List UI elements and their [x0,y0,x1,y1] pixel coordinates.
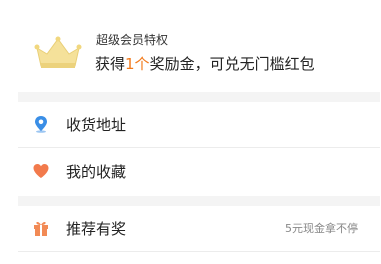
banner-title-prefix: 获得 [95,55,126,73]
menu-item-invite-hint: 5元现金拿不停 [285,222,358,235]
banner-title: 获得1个奖励金，可兑无门槛红包 [95,54,315,74]
menu-item-favorites-label: 我的收藏 [66,163,127,181]
gift-icon [34,221,48,236]
crown-icon [34,36,82,68]
banner-subtitle: 超级会员特权 [96,33,169,47]
menu-item-invite[interactable]: 推荐有奖 5元现金拿不停 [18,206,380,252]
menu-item-invite-label: 推荐有奖 [66,220,127,238]
menu-item-favorites[interactable]: 我的收藏 [18,149,380,195]
banner-title-suffix: 奖励金，可兑无门槛红包 [149,55,315,73]
section-divider [18,196,380,206]
section-divider [18,92,380,102]
heart-icon [33,164,49,178]
super-member-banner[interactable]: 超级会员特权 获得1个奖励金，可兑无门槛红包 [18,0,380,92]
menu-item-address-label: 收货地址 [66,116,127,134]
location-pin-icon [35,116,47,133]
reward-count: 1个 [125,55,150,73]
menu-item-address[interactable]: 收货地址 [18,102,380,148]
